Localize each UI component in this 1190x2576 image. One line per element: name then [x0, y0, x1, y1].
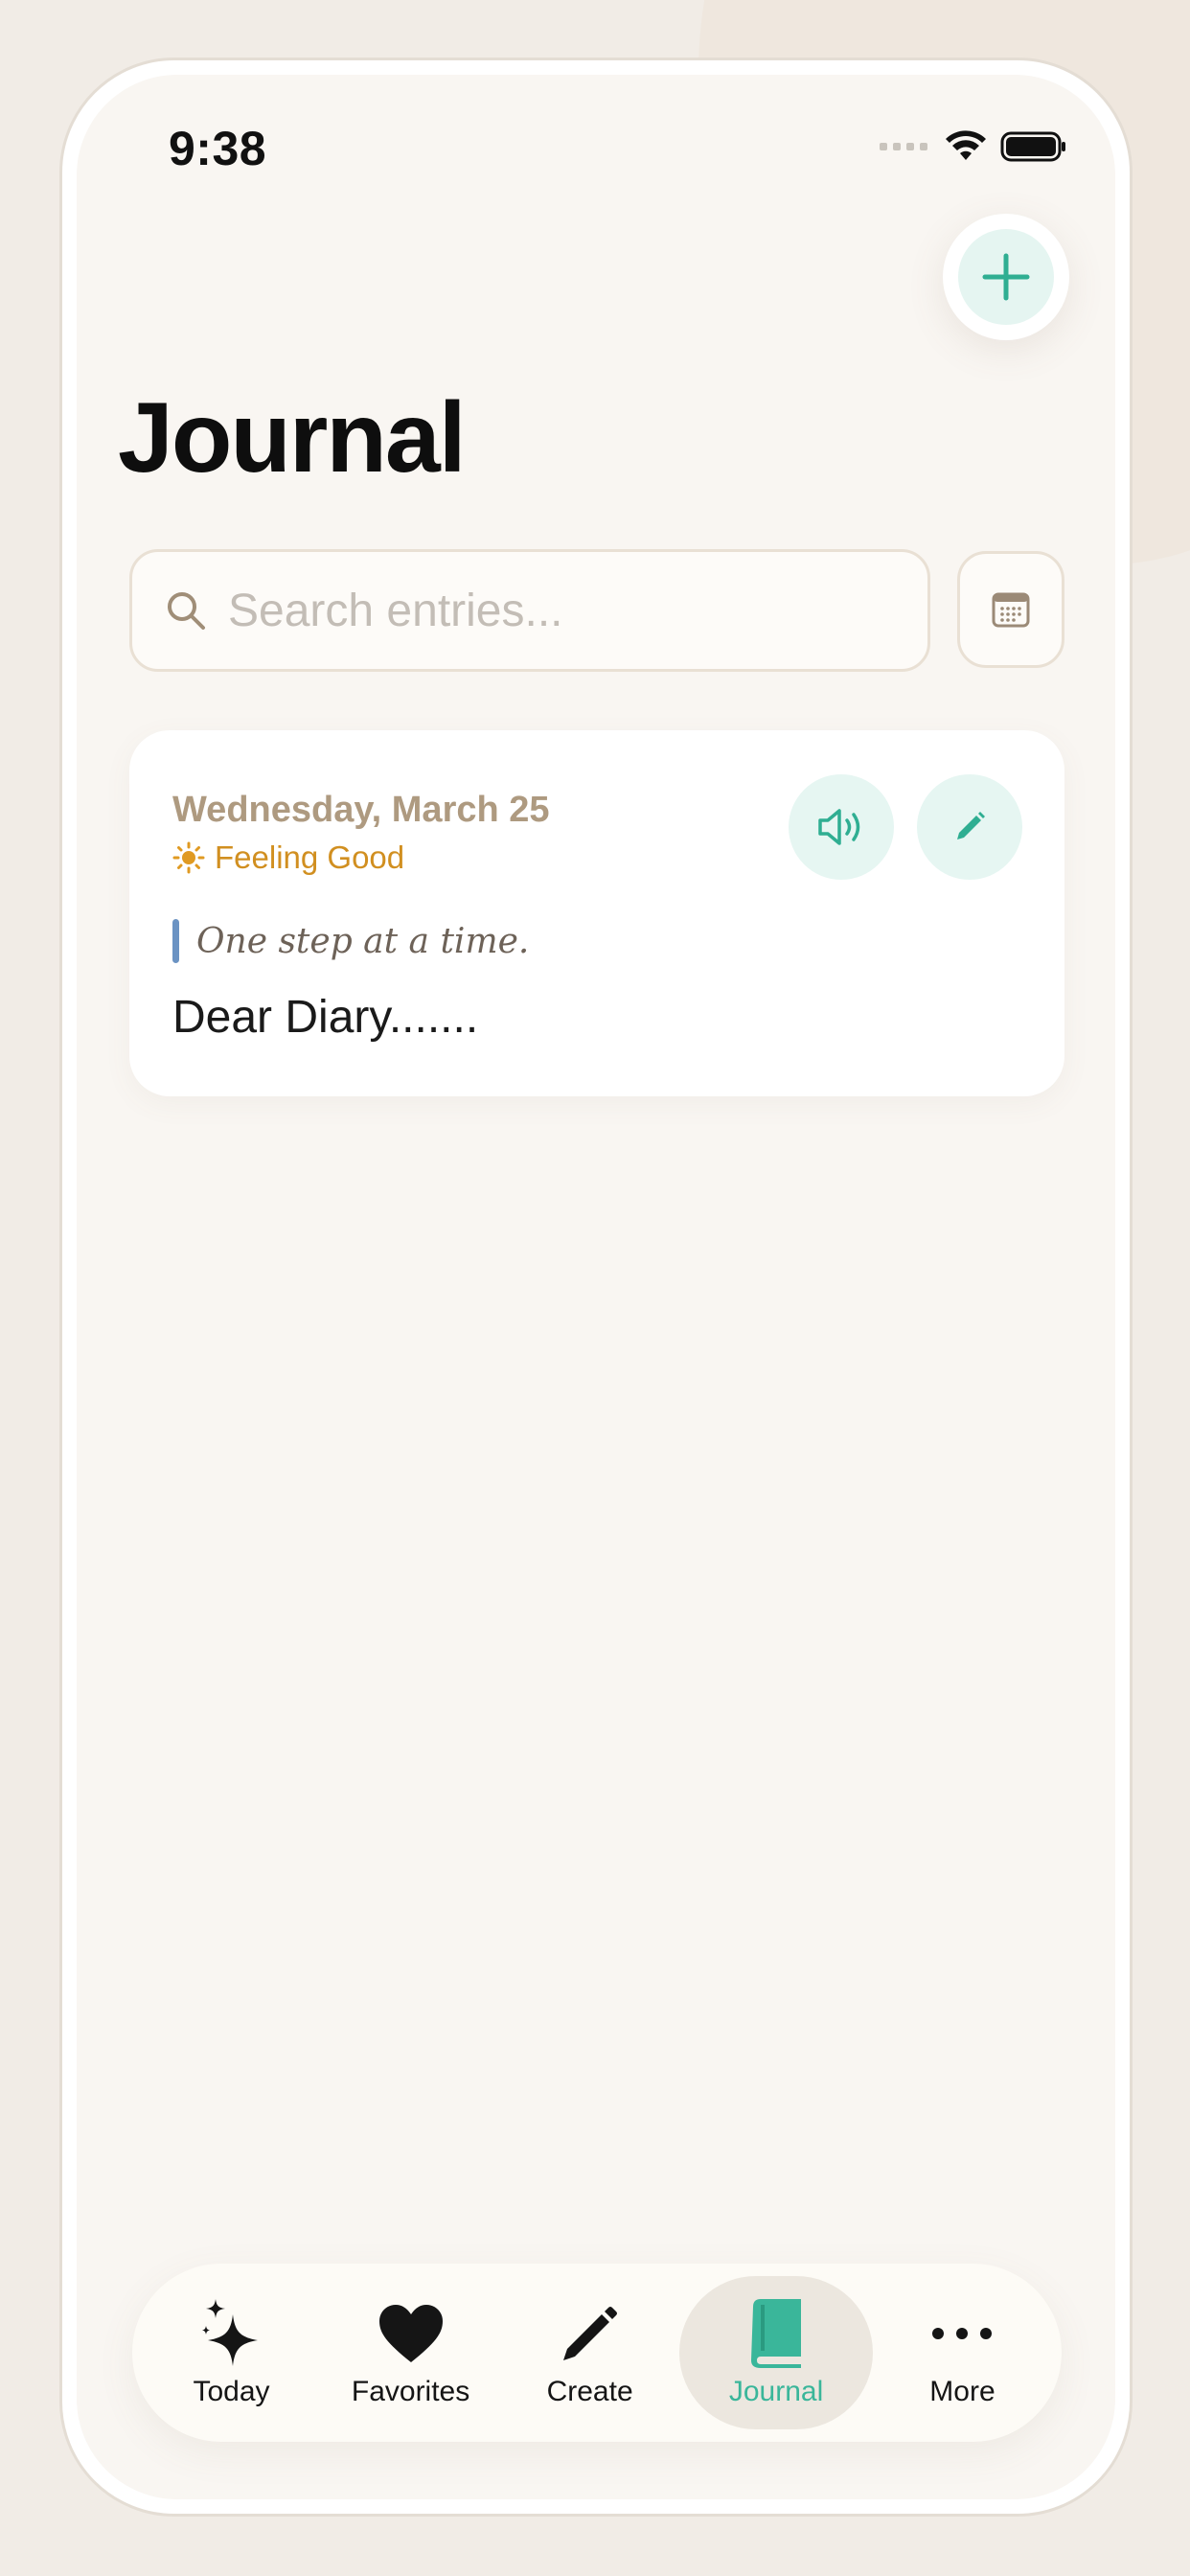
calendar-button[interactable] [957, 551, 1064, 668]
entry-body: Dear Diary....... [172, 992, 479, 1043]
page-title: Journal [118, 382, 467, 494]
read-aloud-button[interactable] [789, 774, 894, 880]
status-time: 9:38 [169, 122, 267, 175]
sparkles-icon [198, 2297, 265, 2370]
tab-favorites[interactable]: Favorites [321, 2276, 500, 2429]
speaker-icon [818, 809, 860, 845]
new-entry-button[interactable] [943, 214, 1069, 340]
search-input[interactable] [226, 583, 843, 638]
cellular-signal-icon [880, 143, 927, 150]
pencil-icon [560, 2297, 621, 2370]
journal-entry-card[interactable]: Wednesday, March 25 Feeling Good One ste… [129, 730, 1064, 1096]
battery-icon [1000, 131, 1065, 162]
search-bar[interactable] [129, 549, 930, 672]
heart-icon [378, 2297, 445, 2370]
book-icon [747, 2297, 805, 2370]
entry-date: Wednesday, March 25 [172, 790, 550, 830]
tab-label: Favorites [351, 2376, 470, 2407]
tab-label: Create [546, 2376, 633, 2407]
tab-journal[interactable]: Journal [679, 2276, 873, 2429]
quote-bar [172, 919, 179, 963]
edit-entry-button[interactable] [917, 774, 1022, 880]
tab-label: More [929, 2376, 995, 2407]
new-entry-button-inner [958, 229, 1054, 325]
status-icons [880, 130, 1067, 163]
tab-label: Journal [728, 2376, 824, 2407]
search-icon [165, 589, 207, 632]
tab-create[interactable]: Create [500, 2276, 679, 2429]
quote-text: One step at a time. [196, 921, 530, 961]
ellipsis-icon [931, 2297, 993, 2370]
entry-actions [789, 774, 1022, 880]
device-frame: 9:38 Journal Search entries... Wednesday… [59, 58, 1133, 2517]
tab-bar: Today Favorites Create Journal More [132, 2264, 1062, 2442]
tab-label: Today [193, 2376, 270, 2407]
app-screen: 9:38 Journal Search entries... Wednesday… [77, 75, 1115, 2499]
mood-label: Feeling Good [215, 840, 405, 875]
tab-more[interactable]: More [873, 2276, 1052, 2429]
pencil-icon [957, 812, 985, 840]
entry-mood: Feeling Good [172, 840, 404, 876]
entry-quote: One step at a time. [172, 919, 529, 963]
wifi-icon [946, 130, 986, 160]
calendar-icon [992, 592, 1030, 628]
sun-icon [172, 841, 205, 874]
plus-icon [982, 253, 1030, 301]
tab-today[interactable]: Today [142, 2276, 321, 2429]
